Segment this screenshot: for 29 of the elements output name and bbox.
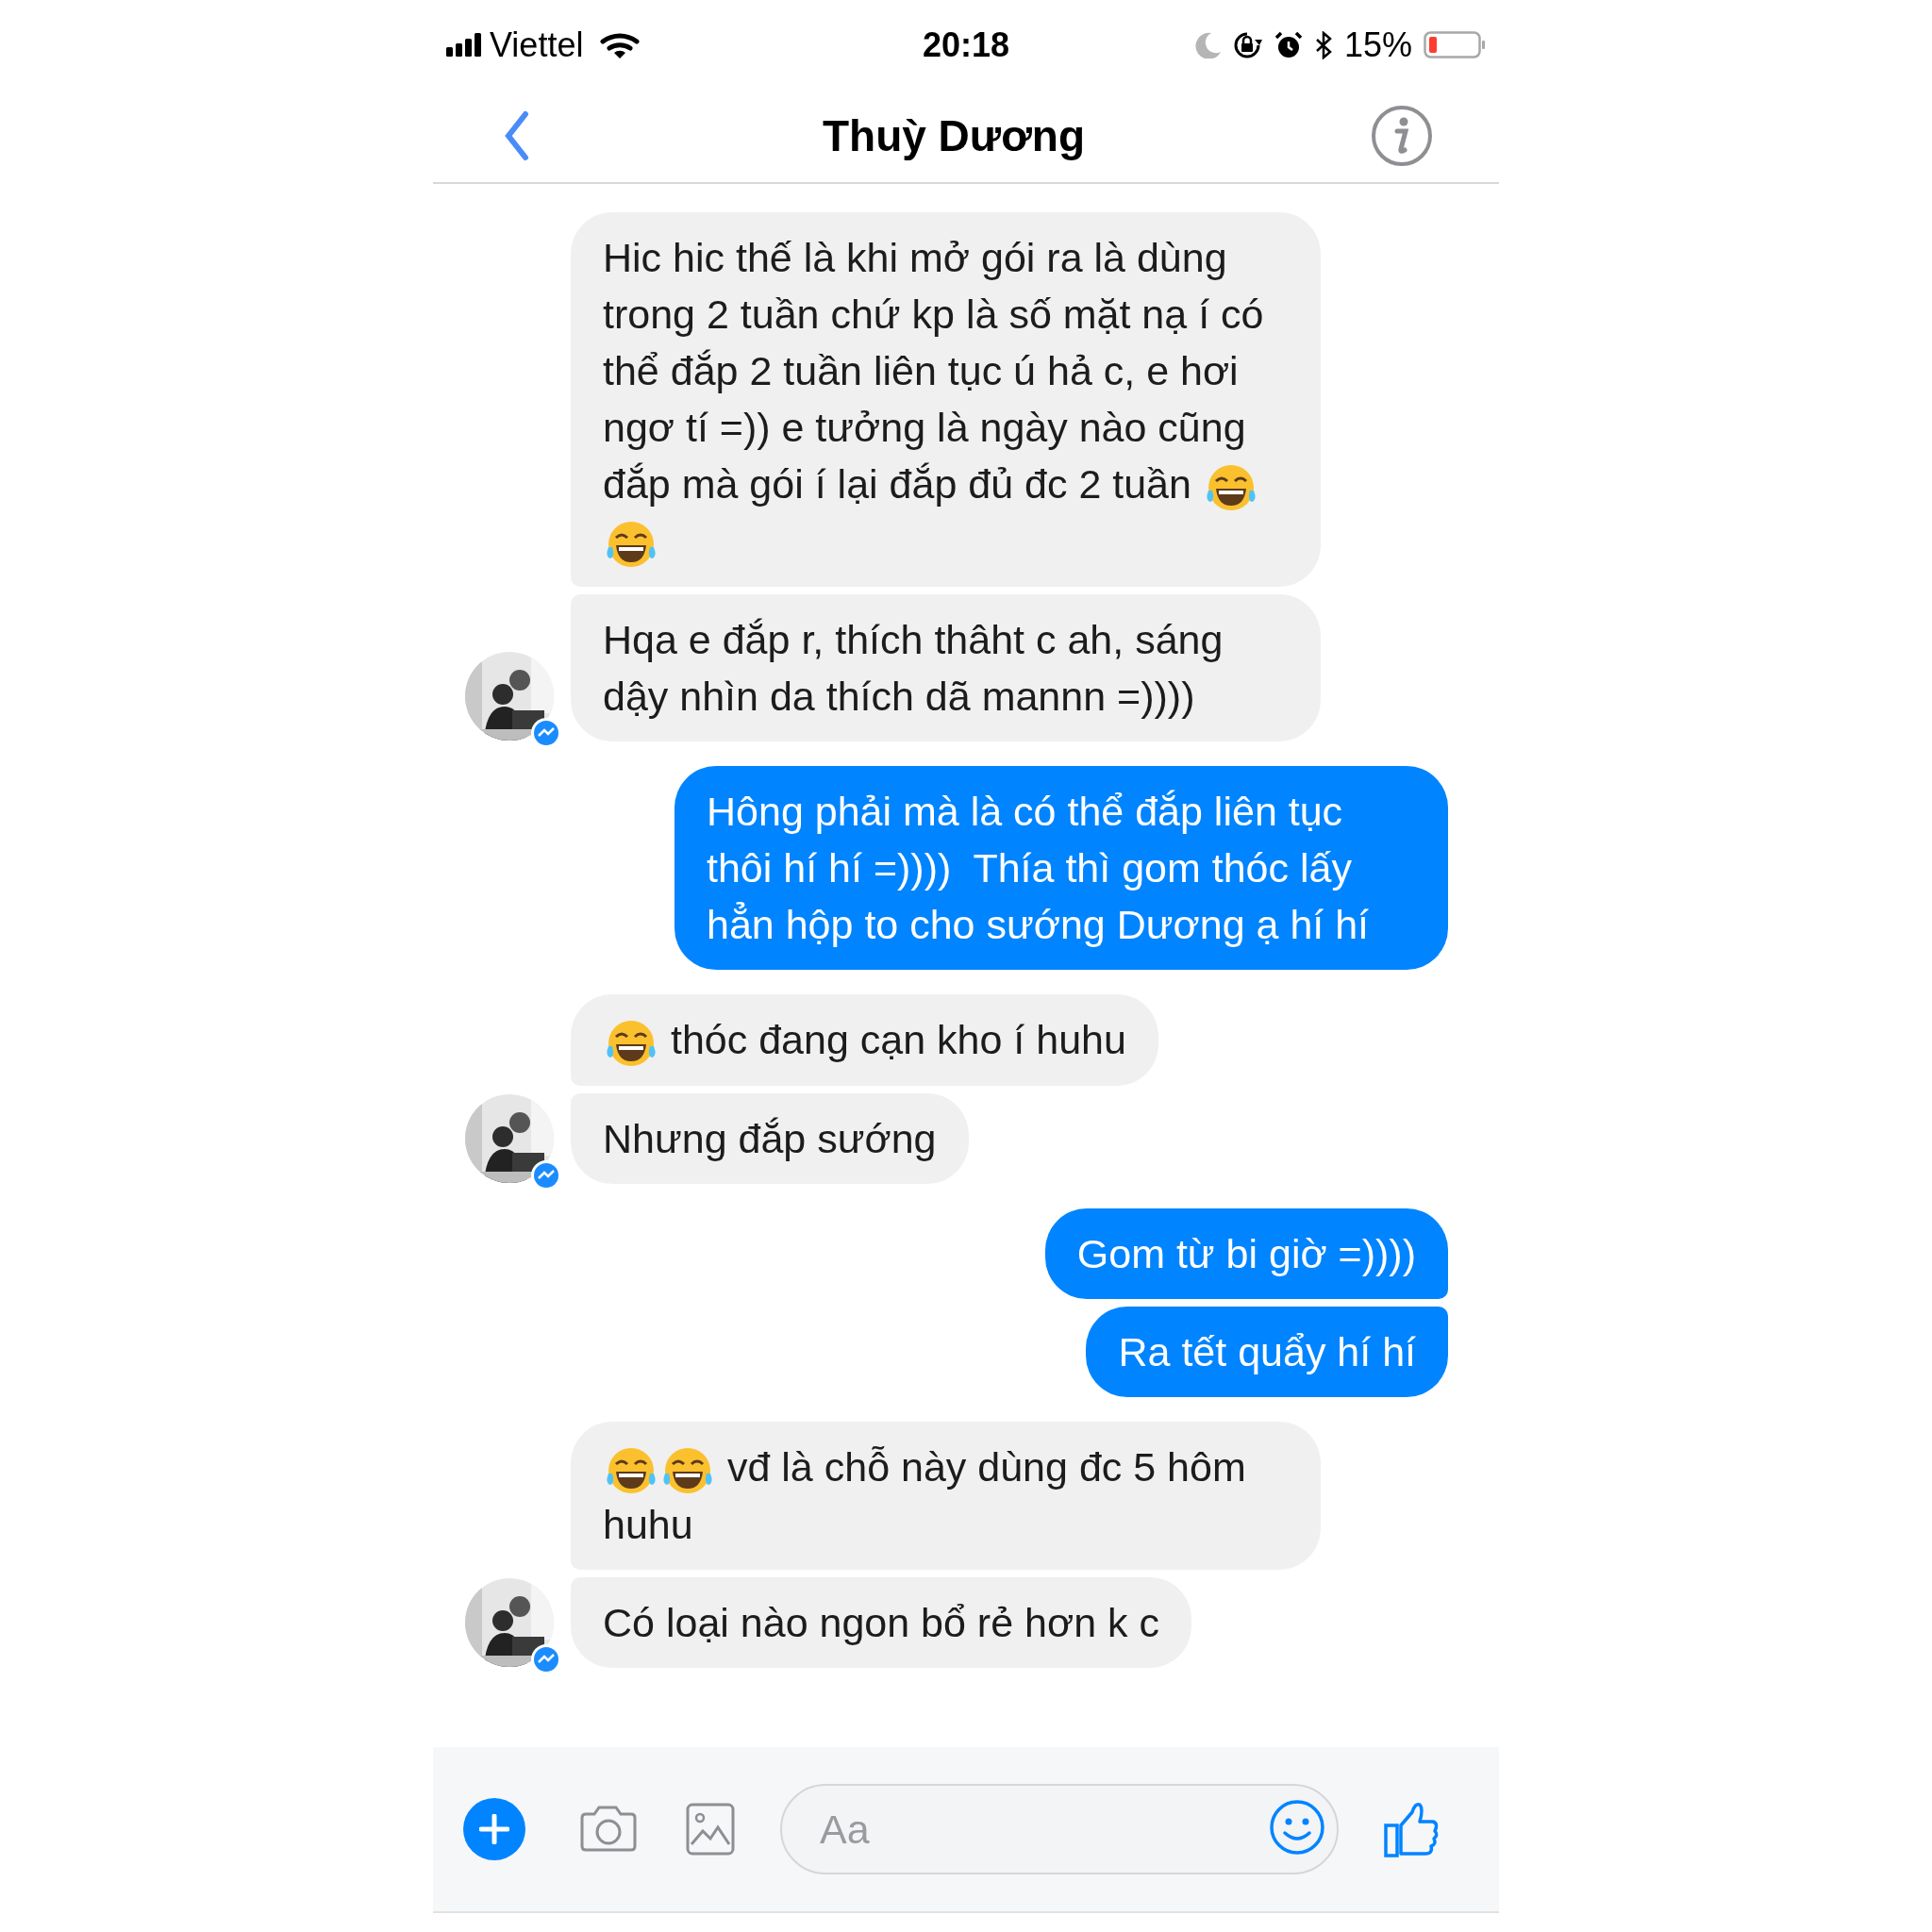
battery-percent: 15% — [1343, 24, 1412, 66]
moon-icon — [1193, 31, 1222, 58]
plus-icon — [479, 1814, 509, 1844]
alarm-icon — [1274, 30, 1303, 59]
sent-message: Ra tết quẩy hí hí — [1086, 1306, 1448, 1397]
message-input[interactable]: Aa — [780, 1784, 1339, 1874]
clock-time: 20:18 — [921, 24, 1011, 66]
received-message: thóc đang cạn kho í huhu — [571, 994, 1158, 1086]
received-message: Có loại nào ngon bổ rẻ hơn k c — [571, 1576, 1191, 1668]
image-icon — [686, 1803, 735, 1856]
battery-icon — [1424, 30, 1486, 59]
camera-icon — [578, 1805, 639, 1854]
gallery-button[interactable] — [686, 1803, 735, 1856]
like-button[interactable] — [1384, 1801, 1441, 1857]
sent-message: Gom từ bi giờ =)))) — [1044, 1208, 1448, 1299]
rotation-lock-icon — [1232, 30, 1263, 59]
info-icon — [1371, 105, 1433, 167]
info-button[interactable] — [1371, 105, 1433, 167]
camera-button[interactable] — [578, 1805, 639, 1854]
received-message: Nhưng đắp sướng — [571, 1092, 969, 1184]
received-message: vđ là chỗ này dùng đc 5 hôm huhu — [571, 1421, 1321, 1570]
sent-message: Hông phải mà là có thể đắp liên tục thôi hí hí =)))) Thía thì gom thóc lấy hẳn hộp to cho sướng Dương ạ hí hí — [675, 766, 1448, 971]
thumbs-up-icon — [1384, 1801, 1441, 1857]
received-message: Hic hic thế là khi mở gói ra là dùng trong 2 tuần chứ kp là số mặt nạ í có thể đắp 2 tuần liên tục ú hả c, e hơi ngơ tí =)) e tưởng là ngày nào cũng đắp mà gói í lại đắp đủ đc 2 tuần — [571, 212, 1321, 588]
chat-title: Thuỳ Dương — [822, 109, 1086, 162]
signal-icon — [446, 32, 482, 58]
received-message: Hqa e đắp r, thích thâht c ah, sáng dậy nhìn da thích dã mannn =)))) — [571, 594, 1321, 742]
emoji-icon[interactable] — [1269, 1799, 1325, 1856]
carrier-name: Viettel — [490, 24, 584, 66]
